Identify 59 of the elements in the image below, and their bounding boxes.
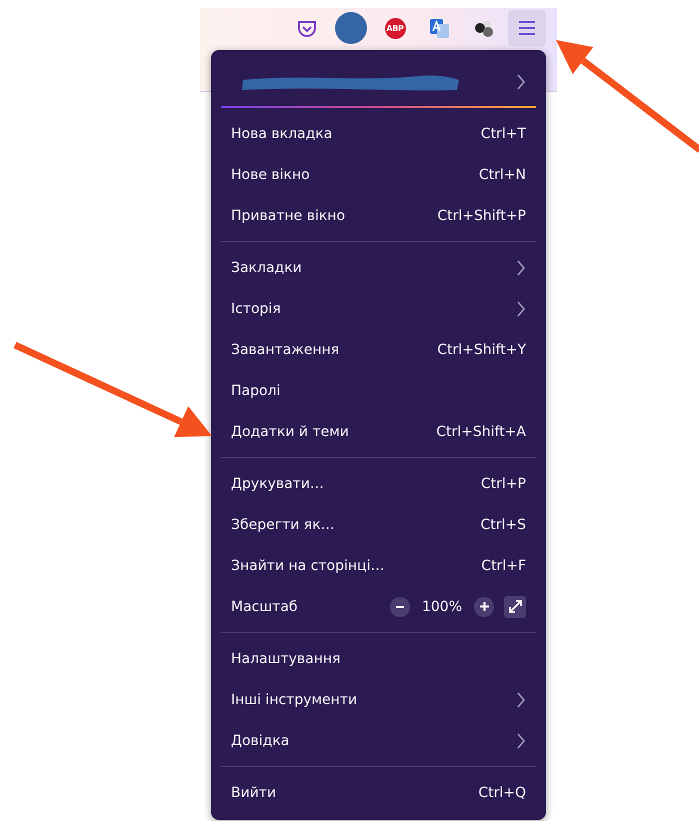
pocket-icon[interactable] [297, 19, 317, 37]
menu-icon [518, 20, 536, 36]
shortcut-label: Ctrl+F [481, 558, 526, 574]
shortcut-label: Ctrl+P [480, 476, 526, 492]
chevron-icon [516, 690, 526, 708]
zoom-label: Масштаб [231, 598, 299, 614]
menu-item[interactable]: Історія [221, 288, 536, 329]
menu-button[interactable] [508, 10, 546, 46]
shortcut-label: Ctrl+S [480, 516, 526, 532]
menu-item[interactable]: Завантаження Ctrl+Shift+Y [221, 329, 536, 370]
minus-icon [396, 606, 404, 608]
menu-item[interactable]: Додатки й теми Ctrl+Shift+A [221, 411, 536, 452]
menu-item[interactable]: Друкувати… Ctrl+P [221, 463, 536, 504]
item-label: Інші інструменти [231, 692, 358, 708]
shortcut-label: Ctrl+N [478, 166, 526, 182]
chevron-icon [516, 73, 526, 91]
menu-item[interactable]: Паролі [221, 370, 536, 411]
translate-icon[interactable] [428, 18, 450, 38]
menu-item[interactable]: Закладки [221, 247, 536, 288]
shortcut-label: Ctrl+Shift+P [437, 208, 526, 224]
item-label: Завантаження [231, 342, 340, 358]
chevron-icon [516, 258, 526, 276]
item-label: Нова вкладка [231, 126, 334, 142]
item-label: Нове вікно [231, 166, 311, 182]
chevron-icon [516, 732, 526, 750]
item-label: Довідка [231, 732, 290, 748]
item-label: Додатки й теми [231, 424, 350, 440]
menu-item[interactable]: Довідка [221, 720, 536, 761]
zoom-in-button[interactable] [474, 596, 494, 616]
shortcut-label: Ctrl+Shift+A [436, 424, 526, 440]
adblock-icon[interactable]: ABP [384, 18, 406, 38]
shortcut-label: Ctrl+T [480, 126, 526, 142]
menu-item[interactable]: Інші інструменти [221, 679, 536, 720]
menu-item[interactable]: Налаштування [221, 638, 536, 679]
item-label: Закладки [231, 260, 303, 276]
zoom-out-button[interactable] [390, 596, 410, 616]
shortcut-label: Ctrl+Shift+Y [437, 342, 526, 358]
menu-item[interactable]: Зберегти як… Ctrl+S [221, 504, 536, 545]
avatar-circle[interactable] [335, 12, 367, 44]
menu-item[interactable]: Приватне вікно Ctrl+Shift+P [221, 195, 536, 236]
zoom-level: 100% [422, 598, 462, 614]
menu-item[interactable]: Знайти на сторінці… Ctrl+F [221, 545, 536, 586]
menu-item[interactable]: Нова вкладка Ctrl+T [221, 113, 536, 154]
item-label: Знайти на сторінці… [231, 558, 386, 574]
item-label: Зберегти як… [231, 516, 336, 532]
spheres-icon[interactable] [472, 18, 494, 38]
menu-item[interactable]: Нове вікно Ctrl+N [221, 154, 536, 195]
shortcut-label: Ctrl+Q [478, 784, 526, 800]
item-label: Історія [231, 300, 282, 316]
menu-item[interactable]: Вийти Ctrl+Q [221, 772, 536, 813]
fullscreen-button[interactable] [504, 596, 526, 618]
item-label: Налаштування [231, 650, 342, 666]
item-label: Друкувати… [231, 476, 325, 492]
expand-arrows-icon [508, 600, 522, 613]
item-label: Приватне вікно [231, 208, 346, 224]
item-label: Паролі [231, 382, 282, 398]
item-label: Вийти [231, 784, 278, 800]
plus-icon [480, 602, 488, 611]
chevron-icon [516, 300, 526, 318]
